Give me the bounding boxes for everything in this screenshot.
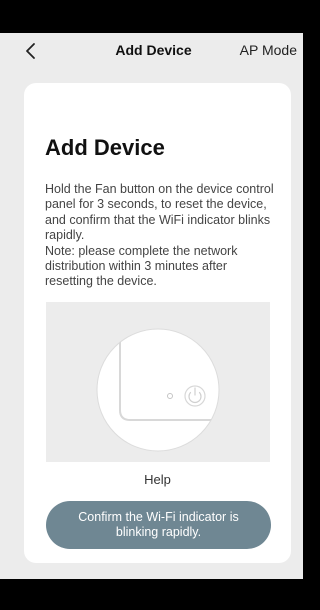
top-nav-bar: Add Device AP Mode xyxy=(0,33,307,67)
help-link[interactable]: Help xyxy=(24,472,291,487)
phone-frame: Add Device AP Mode Add Device Hold the F… xyxy=(0,0,307,610)
instruction-card: Add Device Hold the Fan button on the de… xyxy=(24,83,291,563)
ap-mode-button[interactable]: AP Mode xyxy=(240,42,297,58)
confirm-button[interactable]: Confirm the Wi-Fi indicator is blinking … xyxy=(46,501,271,549)
navigation-bar xyxy=(0,579,307,610)
device-illustration xyxy=(46,302,270,462)
device-power-button-icon xyxy=(96,328,220,452)
instruction-text: Hold the Fan button on the device contro… xyxy=(45,182,274,289)
right-edge-frame xyxy=(303,0,307,610)
content-area: Add Device Hold the Fan button on the de… xyxy=(0,67,303,579)
card-title: Add Device xyxy=(45,135,165,160)
status-bar xyxy=(0,0,307,33)
